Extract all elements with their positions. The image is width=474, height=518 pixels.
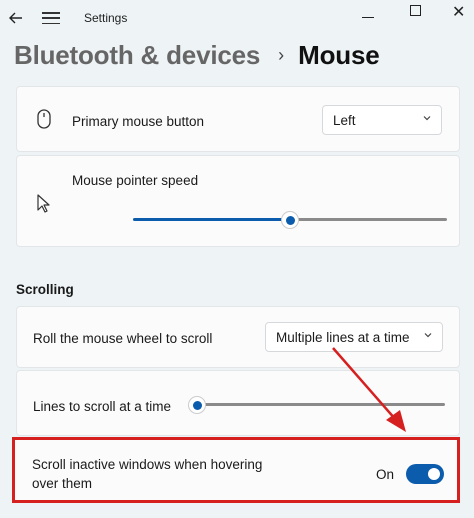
pointer-speed-label: Mouse pointer speed — [72, 173, 199, 188]
chevron-right-icon: › — [278, 45, 285, 65]
lines-to-scroll-track — [197, 403, 445, 406]
breadcrumb-parent[interactable]: Bluetooth & devices — [14, 40, 260, 71]
scroll-inactive-label-line2: over them — [32, 476, 93, 491]
toggle-state-text: On — [376, 467, 395, 482]
scroll-inactive-card: Scroll inactive windows when hovering ov… — [12, 437, 460, 503]
chevron-down-icon — [423, 116, 431, 121]
pointer-speed-track-filled — [133, 218, 290, 221]
chevron-down-icon — [424, 333, 432, 338]
roll-wheel-label: Roll the mouse wheel to scroll — [33, 331, 213, 346]
scrolling-section-title: Scrolling — [16, 282, 74, 297]
window-title: Settings — [84, 11, 128, 25]
mouse-icon — [37, 109, 51, 134]
back-arrow-icon[interactable] — [6, 8, 26, 28]
primary-button-label: Primary mouse button — [72, 114, 205, 129]
scroll-inactive-label-line1: Scroll inactive windows when hovering — [32, 457, 263, 472]
pointer-speed-slider-thumb[interactable] — [281, 211, 299, 229]
pointer-icon — [37, 194, 51, 219]
minimize-icon[interactable] — [362, 17, 374, 18]
scroll-inactive-toggle[interactable] — [406, 464, 444, 484]
roll-wheel-value: Multiple lines at a time — [276, 329, 410, 345]
lines-to-scroll-card: Lines to scroll at a time — [16, 370, 460, 436]
primary-button-card: Primary mouse button Left — [16, 86, 460, 152]
hamburger-menu-icon[interactable] — [42, 10, 60, 26]
roll-wheel-card: Roll the mouse wheel to scroll Multiple … — [16, 306, 460, 368]
maximize-icon[interactable] — [410, 5, 421, 16]
lines-to-scroll-label: Lines to scroll at a time — [33, 399, 172, 414]
lines-to-scroll-slider-thumb[interactable] — [188, 396, 206, 414]
breadcrumb: Bluetooth & devices › Mouse — [14, 40, 380, 71]
close-icon[interactable]: ✕ — [452, 2, 465, 22]
title-bar: Settings ✕ — [0, 0, 474, 36]
primary-button-value: Left — [333, 112, 356, 128]
primary-button-dropdown[interactable]: Left — [322, 105, 442, 135]
pointer-speed-track — [290, 218, 447, 221]
page-title: Mouse — [298, 40, 380, 70]
roll-wheel-dropdown[interactable]: Multiple lines at a time — [265, 322, 443, 352]
pointer-speed-card: Mouse pointer speed — [16, 155, 460, 247]
